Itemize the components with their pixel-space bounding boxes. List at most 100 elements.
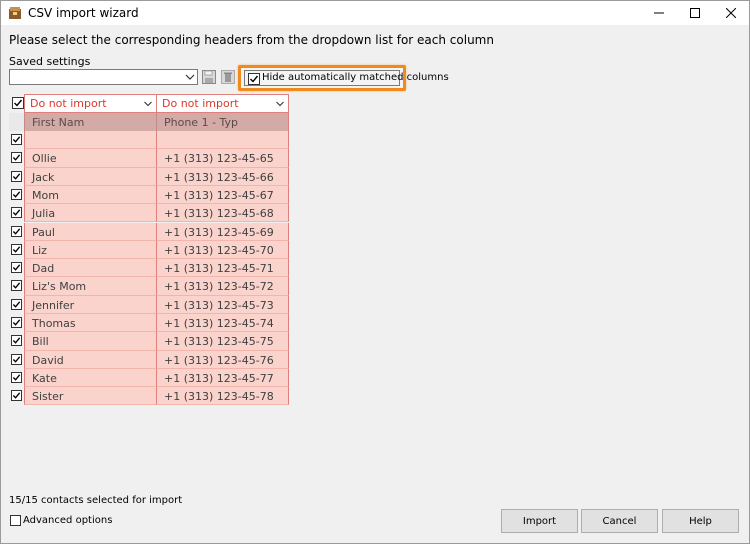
first-name-cell[interactable]: Jack	[24, 167, 157, 186]
checkmark-icon	[250, 75, 259, 83]
phone-cell[interactable]: +1 (313) 123-45-73	[156, 295, 289, 314]
chevron-down-icon	[276, 101, 284, 107]
row-checkbox[interactable]	[11, 371, 22, 383]
checkmark-icon	[12, 337, 21, 345]
first-name-cell[interactable]: Dad	[24, 259, 157, 278]
first-name-cell[interactable]: Jennifer	[24, 295, 157, 314]
table-row: Dad +1 (313) 123-45-71	[9, 259, 289, 278]
checkmark-icon	[12, 154, 21, 162]
select-all-checkbox[interactable]	[12, 97, 24, 109]
first-name-cell[interactable]: Kate	[24, 368, 157, 388]
checkmark-icon	[12, 355, 21, 363]
row-checkbox[interactable]	[11, 243, 22, 255]
table-row: Bill +1 (313) 123-45-75	[9, 332, 289, 351]
row-checkbox[interactable]	[11, 207, 22, 219]
minimize-button[interactable]	[641, 1, 677, 25]
save-icon[interactable]	[201, 69, 217, 85]
phone-cell[interactable]: +1 (313) 123-45-67	[156, 185, 289, 205]
phone-cell[interactable]: +1 (313) 123-45-71	[156, 259, 289, 278]
first-name-cell[interactable]: Sister	[24, 387, 157, 406]
instruction-text: Please select the corresponding headers …	[9, 33, 494, 47]
row-checkbox[interactable]	[11, 353, 22, 365]
row-checkbox[interactable]	[11, 335, 22, 347]
phone-cell[interactable]: +1 (313) 123-45-65	[156, 149, 289, 168]
row-checkbox[interactable]	[11, 262, 22, 274]
title-bar: CSV import wizard	[1, 1, 749, 25]
checkmark-icon	[12, 172, 21, 180]
first-name-cell[interactable]: Thomas	[24, 314, 157, 333]
phone-cell[interactable]	[156, 131, 289, 150]
chevron-down-icon	[185, 74, 195, 80]
row-checkbox[interactable]	[11, 170, 22, 182]
checkmark-icon	[12, 282, 21, 290]
column-1-mapping-value: Do not import	[30, 97, 107, 110]
table-row: Liz +1 (313) 123-45-70	[9, 240, 289, 260]
saved-settings-dropdown[interactable]	[9, 69, 198, 85]
import-button[interactable]: Import	[501, 509, 578, 533]
table-row: Thomas +1 (313) 123-45-74	[9, 314, 289, 333]
phone-cell[interactable]: +1 (313) 123-45-76	[156, 350, 289, 369]
cancel-button[interactable]: Cancel	[581, 509, 658, 533]
advanced-options-label[interactable]: Advanced options	[23, 515, 112, 526]
close-icon	[726, 8, 736, 18]
first-name-cell[interactable]: Liz	[24, 240, 157, 260]
first-name-cell[interactable]: Mom	[24, 185, 157, 205]
maximize-button[interactable]	[677, 1, 713, 25]
header-row: First Nam Phone 1 - Typ	[9, 113, 289, 131]
column-header-label: First Nam	[32, 116, 85, 129]
window-title: CSV import wizard	[28, 6, 139, 20]
checkmark-icon	[12, 227, 21, 235]
hide-matched-label: Hide automatically matched columns	[262, 72, 449, 83]
dialog-body: Please select the corresponding headers …	[1, 25, 749, 543]
phone-cell[interactable]: +1 (313) 123-45-74	[156, 314, 289, 333]
table-row: Jennifer +1 (313) 123-45-73	[9, 295, 289, 314]
table-row: Jack +1 (313) 123-45-66	[9, 167, 289, 186]
first-name-cell[interactable]: Paul	[24, 222, 157, 241]
column-2-mapping-dropdown[interactable]: Do not import	[156, 94, 289, 113]
hide-matched-option[interactable]: Hide automatically matched columns	[244, 70, 449, 86]
first-name-cell[interactable]: Julia	[24, 204, 157, 223]
checkmark-icon	[12, 319, 21, 326]
first-name-cell[interactable]	[24, 131, 157, 150]
advanced-options-checkbox[interactable]	[10, 515, 21, 526]
selection-status: 15/15 contacts selected for import	[9, 495, 183, 506]
phone-cell[interactable]: +1 (313) 123-45-70	[156, 240, 289, 260]
checkmark-icon	[12, 301, 21, 308]
checkmark-icon	[12, 392, 21, 399]
row-checkbox[interactable]	[11, 298, 22, 310]
phone-cell[interactable]: +1 (313) 123-45-69	[156, 222, 289, 241]
table-row: Mom +1 (313) 123-45-67	[9, 185, 289, 205]
csv-import-window: CSV import wizard Please select the corr…	[0, 0, 750, 544]
table-row: Julia +1 (313) 123-45-68	[9, 204, 289, 223]
phone-cell[interactable]: +1 (313) 123-45-78	[156, 387, 289, 406]
first-name-cell[interactable]: David	[24, 350, 157, 369]
checkmark-icon	[12, 136, 21, 143]
first-name-cell[interactable]: Ollie	[24, 149, 157, 168]
phone-cell[interactable]: +1 (313) 123-45-68	[156, 204, 289, 223]
phone-cell[interactable]: +1 (313) 123-45-72	[156, 277, 289, 296]
chevron-down-icon	[144, 101, 152, 107]
column-1-mapping-dropdown[interactable]: Do not import	[24, 94, 157, 113]
checkmark-icon	[14, 99, 23, 107]
phone-cell[interactable]: +1 (313) 123-45-75	[156, 332, 289, 351]
checkmark-icon	[12, 209, 21, 216]
first-name-cell[interactable]: Liz's Mom	[24, 277, 157, 296]
delete-icon[interactable]	[220, 69, 236, 85]
phone-cell[interactable]: +1 (313) 123-45-66	[156, 167, 289, 186]
row-checkbox[interactable]	[11, 225, 22, 237]
minimize-icon	[654, 12, 664, 14]
row-checkbox[interactable]	[11, 280, 22, 292]
table-row	[9, 131, 289, 150]
row-checkbox[interactable]	[11, 134, 22, 145]
close-button[interactable]	[713, 1, 749, 25]
row-checkbox[interactable]	[11, 390, 22, 402]
row-checkbox[interactable]	[11, 317, 22, 328]
checkmark-icon	[12, 191, 21, 198]
hide-matched-highlight: Hide automatically matched columns	[238, 65, 449, 91]
hide-matched-checkbox[interactable]	[248, 73, 260, 85]
phone-cell[interactable]: +1 (313) 123-45-77	[156, 368, 289, 388]
row-checkbox[interactable]	[11, 152, 22, 164]
first-name-cell[interactable]: Bill	[24, 332, 157, 351]
row-checkbox[interactable]	[11, 188, 22, 200]
help-button[interactable]: Help	[662, 509, 739, 533]
